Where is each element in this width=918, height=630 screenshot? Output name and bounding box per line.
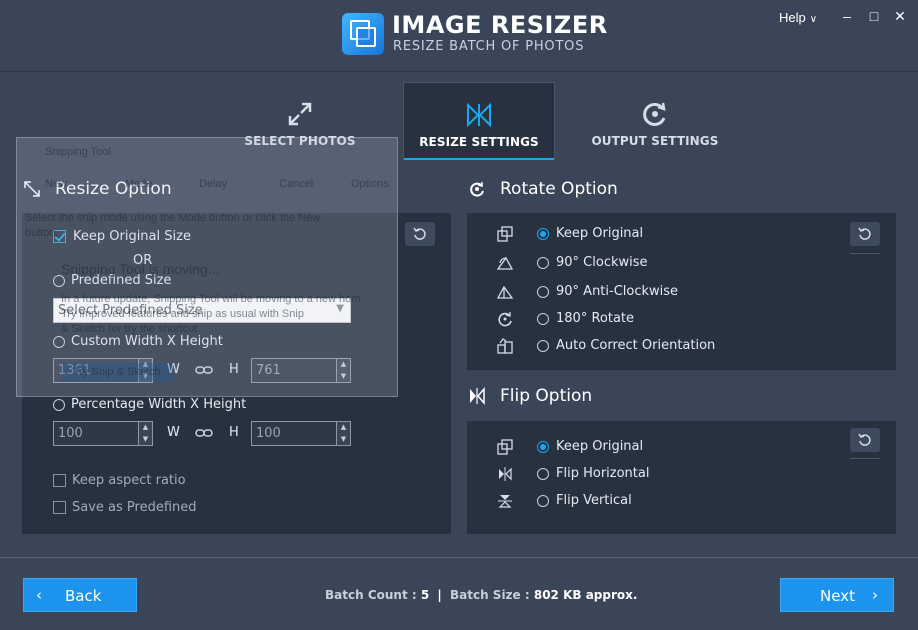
flip-divider — [850, 458, 880, 459]
snip-mode-label: Mode — [125, 178, 153, 190]
batch-size-value: 802 KB approx. — [533, 588, 638, 602]
next-label: Next — [820, 587, 855, 605]
rotate-keep-original-radio[interactable] — [537, 228, 549, 240]
flip-option-title: Flip Option — [500, 386, 593, 406]
snip-moving-line1: In a future update, Snipping Tool will b… — [61, 293, 361, 305]
tab-label: OUTPUT SETTINGS — [591, 134, 719, 148]
rotate-divider — [850, 253, 880, 254]
chevron-left-icon: ‹ — [36, 586, 42, 604]
rotate-180-icon — [498, 312, 512, 327]
tab-output-settings[interactable]: OUTPUT SETTINGS — [579, 82, 731, 159]
tab-label: RESIZE SETTINGS — [419, 135, 539, 149]
auto-orientation-label: Auto Correct Orientation — [556, 338, 716, 353]
percent-width-value: 100 — [58, 426, 83, 441]
keep-original-icon — [497, 226, 513, 242]
rotate-90-anticlockwise-radio[interactable] — [537, 286, 549, 298]
expand-arrows-icon — [288, 102, 312, 126]
reset-icon — [858, 227, 871, 240]
auto-orientation-radio[interactable] — [537, 340, 549, 352]
flip-option-panel: Keep Original Flip Horizontal Flip Verti… — [467, 421, 896, 534]
flip-vertical-label: Flip Vertical — [556, 493, 632, 508]
rotate-90-anticlockwise-label: 90° Anti-Clockwise — [556, 284, 679, 299]
rotate-option-icon — [470, 182, 484, 197]
link-chain-icon[interactable] — [195, 428, 213, 438]
app-subtitle: RESIZE BATCH OF PHOTOS — [393, 39, 585, 54]
batch-count-label: Batch Count : — [325, 588, 417, 602]
chevron-down-icon: ∨ — [809, 14, 818, 25]
flip-vertical-icon — [498, 495, 512, 508]
auto-orientation-icon — [497, 338, 513, 354]
percent-width-input[interactable]: 100 ▲ ▼ — [53, 421, 153, 446]
snip-options-label: Options — [351, 178, 389, 190]
percent-height-value: 100 — [256, 426, 281, 441]
flip-horizontal-radio[interactable] — [537, 468, 549, 480]
batch-count-value: 5 — [420, 588, 430, 602]
rotate-180-radio[interactable] — [537, 313, 549, 325]
percent-height-input[interactable]: 100 ▲ ▼ — [251, 421, 351, 446]
rotate-option-panel: Keep Original 90° Clockwise 90° Anti-Clo… — [467, 213, 896, 370]
maximize-button[interactable]: □ — [864, 6, 884, 26]
minimize-button[interactable]: – — [837, 6, 857, 26]
keep-original-icon — [497, 439, 513, 455]
resize-bowtie-icon — [467, 102, 491, 128]
rotate-clockwise-icon — [496, 256, 514, 270]
snipping-tool-title: Snipping Tool — [45, 146, 111, 158]
snip-new-label: New — [45, 178, 68, 190]
snip-moving-title: Snipping Tool is moving... — [61, 261, 220, 277]
flip-horizontal-label: Flip Horizontal — [556, 466, 650, 481]
percentage-size-radio[interactable] — [53, 399, 65, 411]
resize-reset-button[interactable] — [405, 222, 435, 246]
rotate-keep-original-label: Keep Original — [556, 226, 644, 241]
next-button[interactable]: Next › — [780, 578, 894, 612]
percent-height-stepper[interactable]: ▲ ▼ — [336, 422, 350, 445]
back-button[interactable]: ‹ Back — [23, 578, 137, 612]
flip-vertical-radio[interactable] — [537, 495, 549, 507]
percentage-size-label: Percentage Width X Height — [71, 397, 247, 412]
app-title: IMAGE RESIZER — [392, 11, 608, 39]
percent-width-stepper[interactable]: ▲ ▼ — [138, 422, 152, 445]
footer-divider — [0, 557, 918, 558]
snip-sketch-button: Try Snip & Sketch — [61, 363, 173, 381]
keep-aspect-checkbox[interactable] — [53, 474, 66, 487]
help-menu[interactable]: Help ∨ — [779, 10, 817, 25]
flip-option-icon — [470, 387, 485, 405]
tab-resize-settings[interactable]: RESIZE SETTINGS — [403, 82, 555, 160]
flip-horizontal-icon — [499, 467, 512, 481]
rotate-option-title: Rotate Option — [500, 179, 618, 199]
close-button[interactable]: ✕ — [890, 6, 910, 26]
percent-height-label: H — [229, 425, 239, 440]
flip-reset-button[interactable] — [850, 428, 880, 452]
rotate-90-clockwise-label: 90° Clockwise — [556, 255, 648, 270]
snip-moving-line3: & Sketch (or try the shortcut — [61, 323, 198, 335]
snip-delay-label: Delay — [199, 178, 228, 190]
snip-cancel-label: Cancel — [279, 178, 314, 190]
save-predefined-label: Save as Predefined — [72, 500, 197, 515]
batch-info: Batch Count : 5 | Batch Size : 802 KB ap… — [325, 588, 637, 602]
help-label: Help — [779, 10, 806, 25]
batch-separator: | — [437, 588, 442, 602]
header-divider — [0, 71, 918, 72]
output-refresh-icon — [643, 102, 666, 126]
flip-keep-original-radio[interactable] — [537, 441, 549, 453]
rotate-anticlockwise-icon — [496, 285, 514, 299]
flip-keep-original-label: Keep Original — [556, 439, 644, 454]
snip-moving-line2: Try improved features and snip as usual … — [61, 308, 304, 320]
reset-icon — [858, 433, 871, 446]
back-label: Back — [65, 587, 102, 605]
chevron-right-icon: › — [872, 586, 878, 604]
rotate-90-clockwise-radio[interactable] — [537, 257, 549, 269]
app-logo-icon — [342, 13, 384, 55]
batch-size-label: Batch Size : — [449, 588, 530, 602]
rotate-reset-button[interactable] — [850, 222, 880, 246]
keep-aspect-label: Keep aspect ratio — [72, 473, 186, 488]
percent-width-label: W — [167, 425, 180, 440]
snip-hint-line2: button. — [25, 227, 59, 239]
rotate-180-label: 180° Rotate — [556, 311, 635, 326]
save-predefined-checkbox[interactable] — [53, 501, 66, 514]
reset-icon — [413, 227, 426, 240]
snipping-tool-overlay: Snipping Tool New Mode Delay Cancel Opti… — [16, 137, 398, 397]
app-header: IMAGE RESIZER RESIZE BATCH OF PHOTOS Hel… — [0, 0, 918, 160]
snip-hint-line1: Select the snip mode using the Mode butt… — [25, 212, 321, 224]
